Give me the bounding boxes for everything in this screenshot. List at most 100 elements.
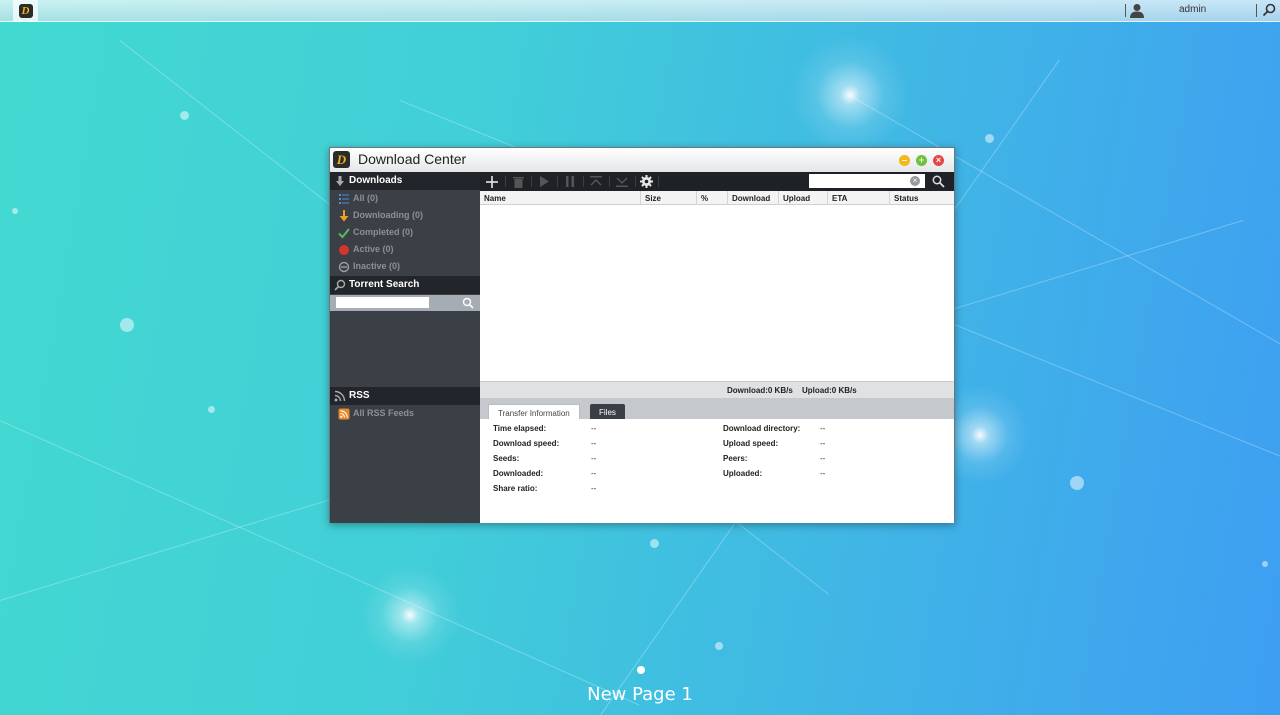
check-icon	[338, 228, 350, 239]
taskbar-divider	[1256, 4, 1257, 17]
sidebar-item-label: All (0)	[353, 193, 379, 203]
inactive-icon	[338, 261, 350, 273]
torrent-search-header[interactable]: Torrent Search	[330, 276, 480, 294]
share-ratio-value: --	[591, 484, 597, 493]
sidebar-item-all-rss-feeds[interactable]: All RSS Feeds	[330, 405, 480, 422]
task-list-header: Name Size % Download Upload ETA Status	[480, 191, 954, 205]
settings-icon	[639, 175, 653, 188]
sidebar-item-label: Completed (0)	[353, 227, 414, 237]
uploaded-value: --	[820, 469, 826, 478]
search-icon[interactable]	[932, 175, 945, 188]
task-search-input[interactable]	[809, 174, 925, 188]
rss-header-label: RSS	[349, 390, 370, 401]
sidebar-item-inactive[interactable]: Inactive (0)	[330, 258, 480, 275]
taskbar-divider	[1125, 4, 1126, 17]
peers-value: --	[820, 454, 826, 463]
toolbar: ×	[480, 172, 954, 191]
torrent-search-input[interactable]	[336, 297, 429, 308]
search-icon[interactable]	[1262, 3, 1276, 17]
pause-button[interactable]	[562, 174, 578, 189]
tab-transfer-information[interactable]: Transfer Information	[488, 404, 580, 419]
toolbar-divider	[609, 176, 610, 187]
download-station-logo-icon: D	[18, 4, 33, 18]
column-header-status[interactable]: Status	[890, 191, 954, 205]
list-icon	[339, 194, 349, 204]
download-directory-value: --	[820, 424, 826, 433]
download-speed-value: --	[591, 439, 597, 448]
column-header-eta[interactable]: ETA	[828, 191, 890, 205]
share-ratio-label: Share ratio:	[493, 484, 538, 493]
uploaded-label: Uploaded:	[723, 469, 763, 478]
downloads-header-label: Downloads	[349, 175, 403, 186]
download-directory-label: Download directory:	[723, 424, 801, 433]
resume-button[interactable]	[536, 174, 552, 189]
sidebar-item-label: All RSS Feeds	[353, 408, 415, 418]
move-bottom-icon	[616, 177, 628, 187]
peers-label: Peers:	[723, 454, 748, 463]
download-arrow-icon	[336, 176, 344, 186]
time-elapsed-label: Time elapsed:	[493, 424, 547, 433]
torrent-search-bar	[330, 295, 480, 311]
toolbar-divider	[557, 176, 558, 187]
resume-icon	[540, 176, 549, 187]
username-label[interactable]: admin	[1179, 4, 1206, 15]
toolbar-divider	[658, 176, 659, 187]
toolbar-divider	[635, 176, 636, 187]
upload-speed-label: Upload speed:	[723, 439, 779, 448]
sidebar-item-active[interactable]: Active (0)	[330, 241, 480, 258]
downloaded-value: --	[591, 469, 597, 478]
close-button[interactable]: ×	[933, 155, 944, 166]
sidebar: Downloads All (0) Downloading (0) Comple…	[330, 172, 480, 523]
minimize-button[interactable]: –	[899, 155, 910, 166]
down-arrow-icon	[339, 210, 349, 222]
move-bottom-button[interactable]	[614, 174, 630, 189]
column-header-percent[interactable]: %	[697, 191, 728, 205]
tab-files[interactable]: Files	[590, 404, 625, 419]
task-list[interactable]	[480, 205, 954, 381]
move-top-button[interactable]	[588, 174, 604, 189]
sidebar-item-label: Inactive (0)	[353, 261, 401, 271]
column-header-name[interactable]: Name	[480, 191, 641, 205]
sidebar-item-label: Active (0)	[353, 244, 394, 254]
upload-speed-total: Upload:0 KB/s	[802, 386, 857, 395]
active-icon	[339, 245, 349, 255]
toolbar-divider	[583, 176, 584, 187]
rss-icon	[334, 390, 346, 402]
download-speed-label: Download speed:	[493, 439, 560, 448]
download-station-logo-icon: D	[333, 151, 350, 168]
clear-search-icon[interactable]: ×	[910, 176, 920, 186]
downloads-header[interactable]: Downloads	[330, 172, 480, 190]
pause-icon	[566, 176, 574, 187]
detail-tabs: Transfer Information Files	[480, 398, 954, 419]
column-header-size[interactable]: Size	[641, 191, 697, 205]
maximize-button[interactable]: +	[916, 155, 927, 166]
downloaded-label: Downloaded:	[493, 469, 544, 478]
page-label: New Page 1	[587, 684, 693, 705]
rss-header[interactable]: RSS	[330, 387, 480, 405]
time-elapsed-value: --	[591, 424, 597, 433]
download-station-taskbar-button[interactable]: D	[13, 0, 38, 22]
sidebar-item-downloading[interactable]: Downloading (0)	[330, 207, 480, 224]
magnifier-icon	[334, 279, 346, 291]
search-icon[interactable]	[462, 297, 474, 309]
column-header-download[interactable]: Download	[728, 191, 779, 205]
sidebar-item-all[interactable]: All (0)	[330, 190, 480, 207]
user-icon[interactable]	[1130, 3, 1144, 18]
settings-button[interactable]	[638, 174, 654, 189]
speed-status-bar: Download:0 KB/s Upload:0 KB/s	[480, 381, 954, 398]
delete-button[interactable]	[510, 174, 526, 189]
seeds-value: --	[591, 454, 597, 463]
download-center-window: D Download Center – + × Downloads All (0…	[329, 147, 955, 523]
torrent-search-header-label: Torrent Search	[349, 279, 420, 290]
column-header-upload[interactable]: Upload	[779, 191, 828, 205]
page-indicator-dot[interactable]	[637, 666, 645, 674]
sidebar-item-label: Downloading (0)	[353, 210, 423, 220]
add-button[interactable]	[484, 174, 500, 189]
toolbar-divider	[531, 176, 532, 187]
seeds-label: Seeds:	[493, 454, 520, 463]
upload-speed-value: --	[820, 439, 826, 448]
window-titlebar[interactable]: D Download Center – + ×	[330, 148, 954, 172]
window-title: Download Center	[358, 151, 467, 167]
move-top-icon	[590, 176, 602, 186]
sidebar-item-completed[interactable]: Completed (0)	[330, 224, 480, 241]
